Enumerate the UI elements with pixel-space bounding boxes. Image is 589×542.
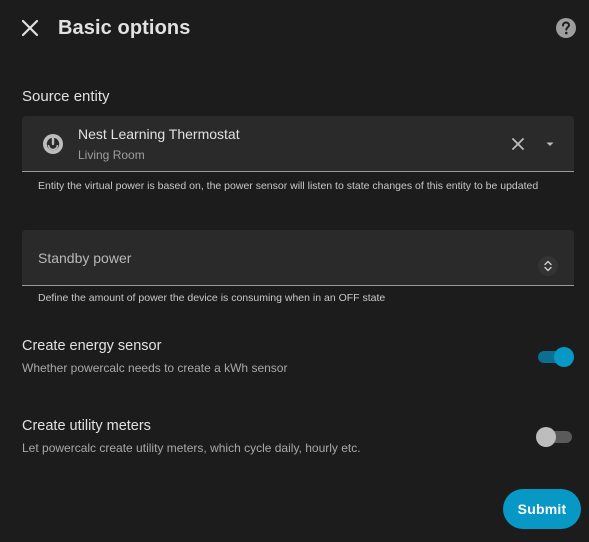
- source-entity-label: Source entity: [22, 88, 110, 105]
- thermostat-icon: [42, 133, 64, 155]
- close-button[interactable]: [18, 16, 42, 40]
- create-energy-sensor-toggle[interactable]: [536, 347, 576, 367]
- create-utility-meters-title: Create utility meters: [22, 418, 151, 434]
- toggle-thumb: [536, 427, 556, 447]
- standby-power-label: Standby power: [38, 250, 132, 266]
- dialog-title: Basic options: [58, 17, 191, 39]
- create-utility-meters-description: Let powercalc create utility meters, whi…: [22, 441, 361, 455]
- create-energy-sensor-description: Whether powercalc needs to create a kWh …: [22, 361, 288, 375]
- create-energy-sensor-title: Create energy sensor: [22, 338, 162, 354]
- help-button[interactable]: [555, 17, 577, 39]
- source-entity-picker[interactable]: Nest Learning Thermostat Living Room: [22, 116, 574, 172]
- close-icon: [21, 19, 39, 37]
- menu-down-icon: [546, 142, 554, 146]
- toggle-thumb: [554, 347, 574, 367]
- dialog-header: Basic options: [0, 0, 589, 56]
- stepper-icon: [544, 260, 552, 272]
- entity-dropdown-button[interactable]: [542, 136, 558, 152]
- help-circle-icon: [556, 18, 576, 38]
- clear-entity-button[interactable]: [509, 135, 527, 153]
- standby-power-helper: Define the amount of power the device is…: [38, 292, 386, 304]
- standby-power-field[interactable]: Standby power: [22, 230, 574, 286]
- source-entity-helper: Entity the virtual power is based on, th…: [38, 180, 539, 192]
- clear-icon: [512, 138, 524, 150]
- submit-button[interactable]: Submit: [503, 489, 581, 529]
- standby-power-stepper[interactable]: [538, 256, 558, 276]
- basic-options-dialog: Basic options Source entity Nest Learnin…: [0, 0, 589, 542]
- entity-name: Nest Learning Thermostat: [78, 126, 240, 142]
- entity-area: Living Room: [78, 148, 145, 162]
- create-utility-meters-toggle[interactable]: [536, 427, 576, 447]
